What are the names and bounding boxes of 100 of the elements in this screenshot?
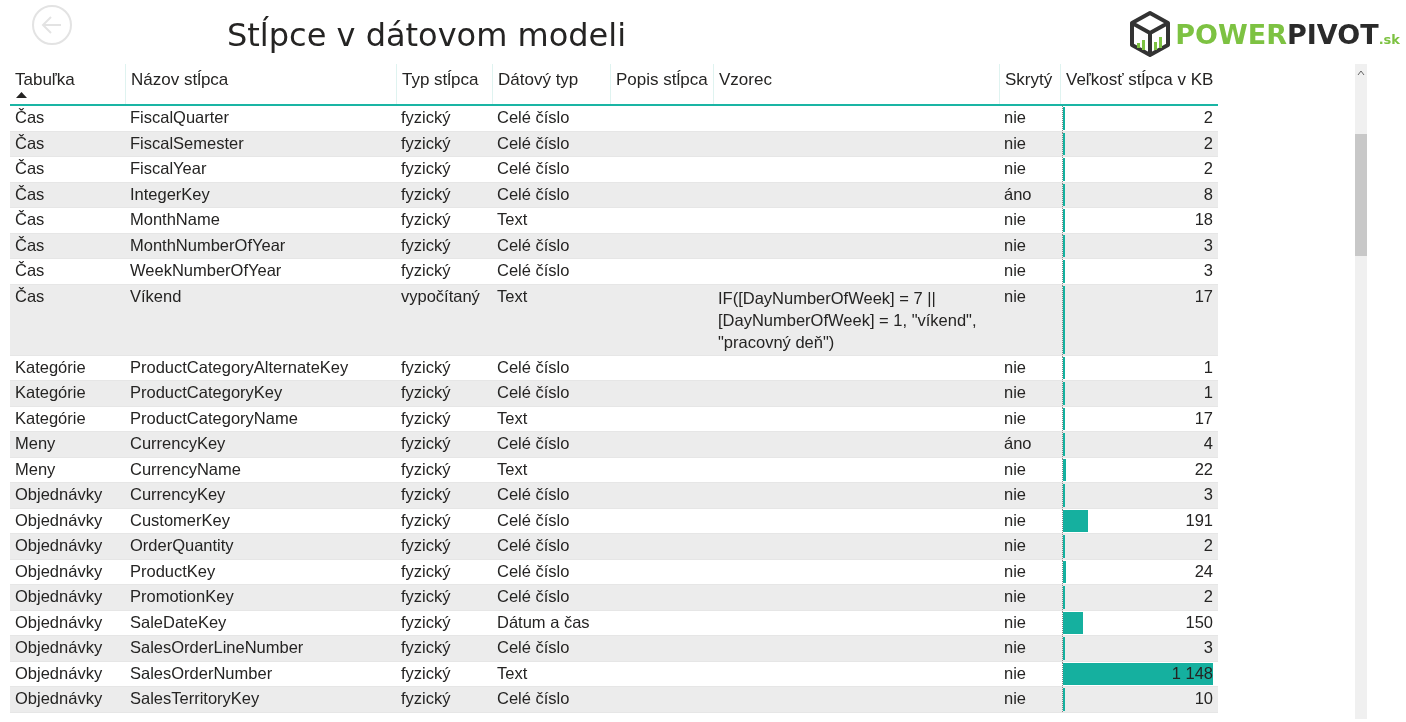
table-cell: IF([DayNumberOfWeek] = 7 || [DayNumberOfWeek] = 1, "víkend", "pracovný deň") xyxy=(718,288,977,351)
table-cell: 191 xyxy=(1185,510,1213,530)
table-cell: nie xyxy=(1004,561,1027,580)
table-cell: vypočítaný xyxy=(401,286,480,305)
column-header[interactable]: Dátový typ xyxy=(492,64,610,104)
table-cell: Celé číslo xyxy=(497,587,570,605)
column-header[interactable]: Skrytý xyxy=(999,64,1060,104)
table-cell: Čas xyxy=(15,261,45,279)
table-cell: 3 xyxy=(1203,261,1213,280)
table-cell: nie xyxy=(1004,689,1027,707)
column-header[interactable]: Tabuľka xyxy=(10,64,125,104)
table-cell: CurrencyKey xyxy=(130,485,226,503)
scroll-up-icon[interactable] xyxy=(1357,70,1365,76)
table-cell: 4 xyxy=(1203,434,1213,453)
table-cell: Meny xyxy=(15,434,56,452)
table-cell: SalesTerritoryKey xyxy=(130,689,260,707)
table-cell: Objednávky xyxy=(15,663,103,682)
table-cell: fyzický xyxy=(401,689,451,707)
table-cell: Celé číslo xyxy=(497,536,570,554)
table-cell: nie xyxy=(1004,357,1027,376)
table-cell: 2 xyxy=(1203,159,1213,178)
table-cell: fyzický xyxy=(401,612,451,631)
table-cell: nie xyxy=(1004,210,1027,228)
column-header[interactable]: Typ stĺpca xyxy=(396,64,492,104)
table-cell: FiscalYear xyxy=(130,159,207,177)
table-cell: Objednávky xyxy=(15,510,103,529)
table-cell: Text xyxy=(497,408,528,427)
table-cell: fyzický xyxy=(401,383,451,401)
table-cell: Celé číslo xyxy=(497,108,570,126)
table-cell: Objednávky xyxy=(15,612,103,631)
page-title: Stĺpce v dátovom modeli xyxy=(227,16,627,54)
table-cell: Objednávky xyxy=(15,485,103,503)
column-header[interactable]: Vzorec xyxy=(713,64,999,104)
table-cell: Celé číslo xyxy=(497,510,570,529)
table-cell: Čas xyxy=(15,108,45,126)
table-cell: Celé číslo xyxy=(497,357,570,376)
table-cell: Objednávky xyxy=(15,638,103,656)
table-cell: fyzický xyxy=(401,587,451,605)
table-cell: Text xyxy=(497,663,528,682)
column-header[interactable]: Názov stĺpca xyxy=(125,64,396,104)
table-cell: nie xyxy=(1004,459,1027,478)
table-cell: Čas xyxy=(15,133,45,152)
table-cell: 3 xyxy=(1203,485,1213,504)
table-cell: Celé číslo xyxy=(497,638,570,656)
table-cell: fyzický xyxy=(401,261,451,279)
table-cell: fyzický xyxy=(401,159,451,177)
table-cell: Meny xyxy=(15,459,56,478)
table-cell: nie xyxy=(1004,638,1027,656)
table-cell: WeekNumberOfYear xyxy=(130,261,282,279)
table-cell: Celé číslo xyxy=(497,184,570,203)
column-header[interactable]: Veľkosť stĺpca v KB xyxy=(1060,64,1218,104)
table-cell: PromotionKey xyxy=(130,587,234,605)
table-cell: fyzický xyxy=(401,184,451,203)
table-cell: Text xyxy=(497,286,528,305)
table-cell: Celé číslo xyxy=(497,261,570,279)
table-cell: 1 148 xyxy=(1171,663,1213,683)
table-cell: fyzický xyxy=(401,133,451,152)
table-cell: fyzický xyxy=(401,561,451,580)
table-cell: nie xyxy=(1004,159,1027,177)
column-header[interactable]: Popis stĺpca xyxy=(610,64,713,104)
table-cell: nie xyxy=(1004,612,1027,631)
table-cell: 10 xyxy=(1194,689,1213,708)
table-cell: SaleDateKey xyxy=(130,612,227,631)
table-cell: Kategórie xyxy=(15,408,86,427)
table-cell: fyzický xyxy=(401,638,451,656)
table-cell: ProductCategoryName xyxy=(130,408,298,427)
scrollbar-thumb[interactable] xyxy=(1355,134,1367,256)
table-cell: FiscalQuarter xyxy=(130,108,230,126)
table-cell: MonthNumberOfYear xyxy=(130,235,286,254)
table-cell: Celé číslo xyxy=(497,235,570,254)
table-cell: Čas xyxy=(15,159,45,177)
scrollbar[interactable] xyxy=(1355,64,1367,719)
table-cell: fyzický xyxy=(401,108,451,126)
table-cell: nie xyxy=(1004,261,1027,279)
table-cell: 2 xyxy=(1203,587,1213,606)
table-cell: 17 xyxy=(1194,408,1213,428)
table-cell: ProductCategoryAlternateKey xyxy=(130,357,349,376)
table-cell: Text xyxy=(497,210,528,228)
table-cell: fyzický xyxy=(401,210,451,228)
table-cell: ProductKey xyxy=(130,561,216,580)
table-cell: nie xyxy=(1004,408,1027,427)
table-cell: ProductCategoryKey xyxy=(130,383,283,401)
table-cell: 24 xyxy=(1194,561,1213,581)
table-cell: nie xyxy=(1004,383,1027,401)
table-cell: SalesOrderLineNumber xyxy=(130,638,304,656)
table-cell: nie xyxy=(1004,510,1027,529)
table-cell: nie xyxy=(1004,485,1027,503)
table-cell: nie xyxy=(1004,663,1027,682)
table-cell: Kategórie xyxy=(15,383,86,401)
table-cell: 2 xyxy=(1203,133,1213,153)
table-cell: nie xyxy=(1004,587,1027,605)
table-cell: FiscalSemester xyxy=(130,133,244,152)
table-cell: OrderQuantity xyxy=(130,536,234,554)
table-cell: Objednávky xyxy=(15,587,103,605)
table-cell: 8 xyxy=(1203,184,1213,204)
table-cell: Celé číslo xyxy=(497,434,570,452)
cube-logo-icon xyxy=(1128,10,1173,58)
table-cell: fyzický xyxy=(401,434,451,452)
table-cell: 1 xyxy=(1203,357,1213,377)
table-cell: áno xyxy=(1004,184,1032,203)
